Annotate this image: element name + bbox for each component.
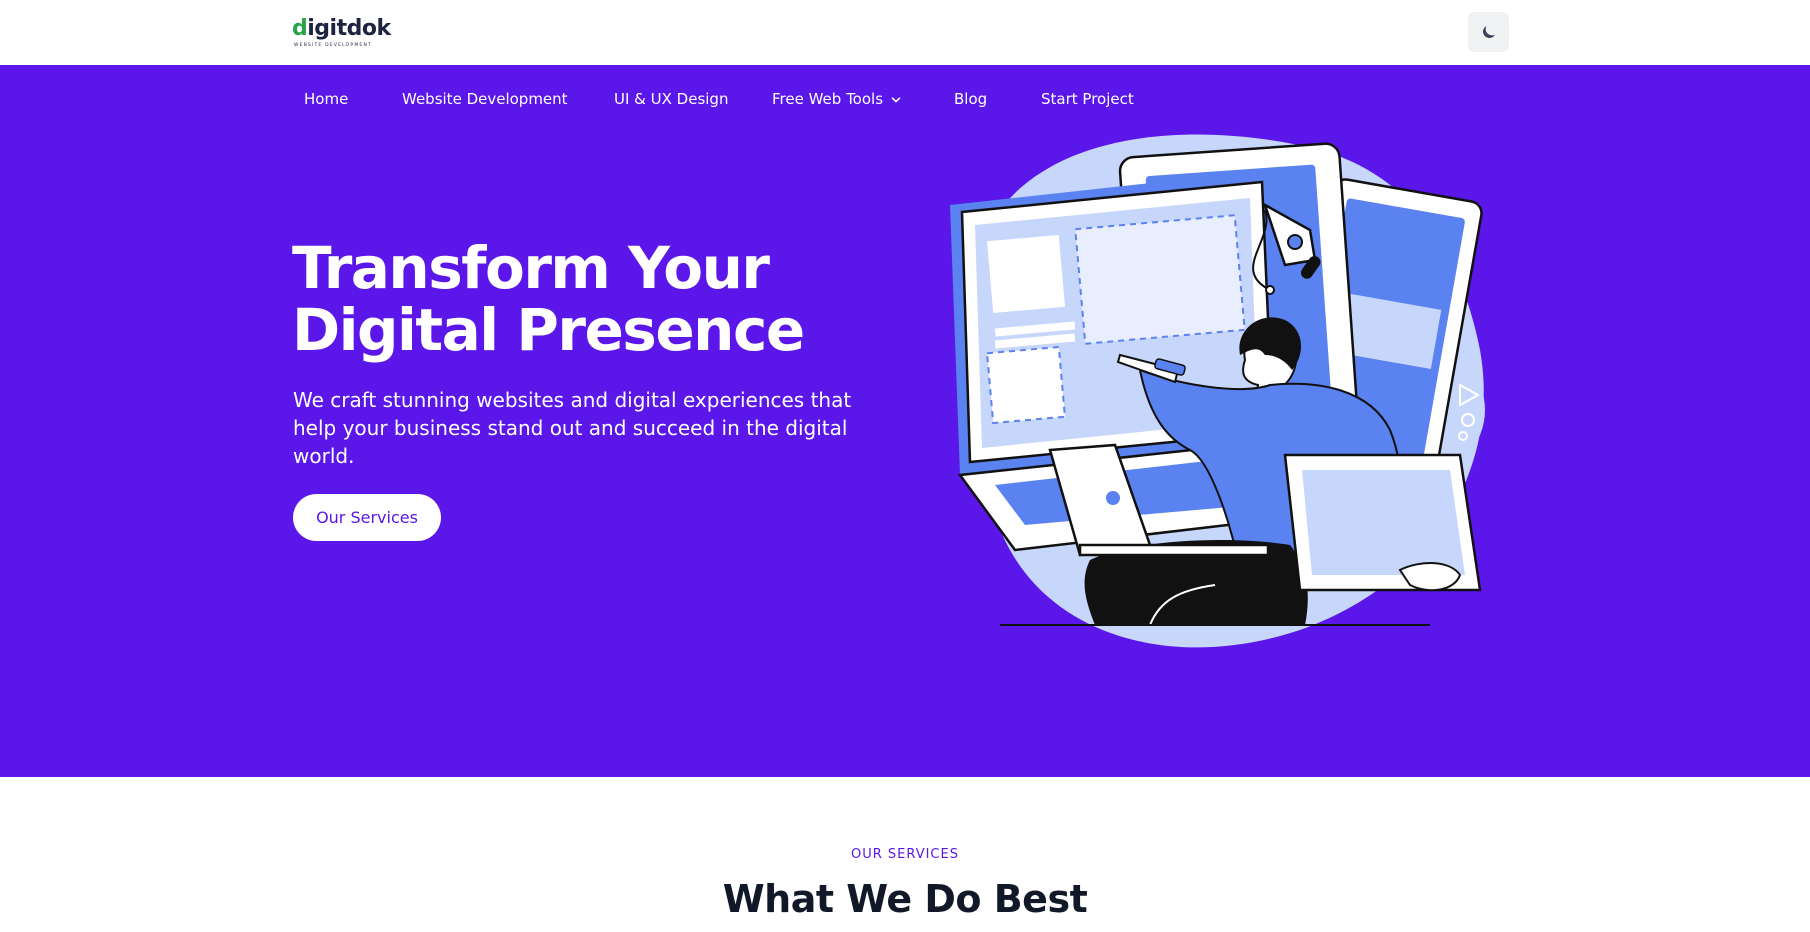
nav-item-ui-ux-design[interactable]: UI & UX Design [614,89,728,109]
nav-item-blog[interactable]: Blog [954,89,987,109]
chevron-down-icon [891,96,901,102]
hero-wave-divider [0,685,1810,754]
nav-item-website-development[interactable]: Website Development [402,89,568,109]
services-heading: What We Do Best [722,877,1088,921]
services-eyebrow: OUR SERVICES [851,847,959,862]
page: digitdok WEBSITE DEVELOPMENT Home Websit… [0,0,1810,932]
hero-title-line-2: Digital Presence [292,296,805,364]
our-services-button[interactable]: Our Services [293,494,441,541]
hero-title: Transform Your Digital Presence [292,237,912,361]
main-nav: Home Website Development UI & UX Design … [0,65,1810,133]
logo-wordmark: digitdok [292,16,391,41]
nav-item-home[interactable]: Home [304,89,348,109]
logo[interactable]: digitdok WEBSITE DEVELOPMENT [292,16,391,50]
nav-item-free-web-tools[interactable]: Free Web Tools [772,89,901,109]
theme-toggle-button[interactable] [1468,12,1509,52]
hero-section [0,65,1810,777]
hero-illustration [950,134,1485,648]
top-bar: digitdok WEBSITE DEVELOPMENT [0,0,1810,65]
hero-subtitle: We craft stunning websites and digital e… [293,388,852,468]
nav-item-free-web-tools-label: Free Web Tools [772,90,884,108]
logo-tagline: WEBSITE DEVELOPMENT [294,43,372,48]
moon-icon [1482,26,1495,38]
nav-item-start-project[interactable]: Start Project [1041,89,1134,109]
hero-title-line-1: Transform Your [292,234,770,302]
